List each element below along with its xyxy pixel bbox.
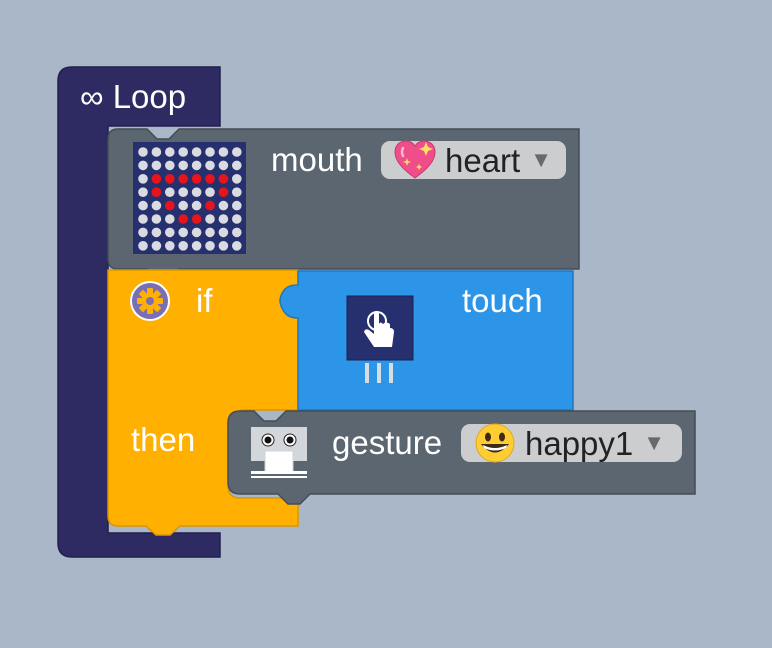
led-dot [191,187,202,197]
led-dot [178,187,188,197]
led-dot [138,160,148,171]
led-dot [138,241,148,251]
led-dot [232,214,242,224]
led-dot [218,241,229,251]
led-dot [218,160,229,171]
mouth-label: mouth [271,141,363,178]
led-dot [205,160,215,171]
led-dot [151,214,162,224]
dropdown-arrow-icon: ▼ [530,147,552,172]
led-dot [178,147,188,157]
led-dot [165,187,175,197]
led-dot [232,200,242,211]
led-dot [138,200,148,211]
led-dot [151,187,162,197]
led-dot [165,241,175,251]
led-dot [218,214,229,224]
then-label: then [131,421,196,458]
led-dot [178,227,188,238]
led-dot [151,227,162,238]
led-dot [191,214,202,224]
led-dot [232,174,242,184]
gesture-dropdown-value: happy1 [525,424,634,462]
led-dot [138,187,148,197]
led-dot [232,227,242,238]
led-dot [205,147,215,157]
led-dot [191,147,202,157]
led-dot [205,214,215,224]
led-dot [138,227,148,238]
led-dot [178,241,188,251]
led-dot [232,160,242,171]
mouth-expression-dropdown[interactable]: heart ▼ [381,140,566,179]
led-dot [151,147,162,157]
led-dot [165,200,175,211]
led-dot [138,174,148,184]
led-dot [138,147,148,157]
grinning-face-icon [475,423,515,463]
led-dot [191,174,202,184]
led-dot [232,241,242,251]
led-dot [232,147,242,157]
led-dot [191,227,202,238]
blockly-workspace[interactable]: ∞ Loop mouth if then touch gesture heart… [0,0,772,648]
gear-icon[interactable] [130,281,170,321]
led-matrix-heart-icon [133,142,246,254]
led-dot [205,174,215,184]
led-dot [205,241,215,251]
led-dot [218,200,229,211]
led-dot [165,214,175,224]
gesture-expression-dropdown[interactable]: happy1 ▼ [461,423,682,463]
touch-label: touch [462,282,543,319]
led-dot [218,187,229,197]
led-dot [205,227,215,238]
led-dot [178,160,188,171]
sparkling-heart-icon [394,140,436,179]
led-dot [218,174,229,184]
led-dot [191,200,202,211]
led-dot [191,241,202,251]
led-dot [178,174,188,184]
loop-label: ∞ Loop [80,78,187,115]
led-dot [178,214,188,224]
led-dot [165,227,175,238]
led-dot [205,187,215,197]
led-dot [151,174,162,184]
led-dot [165,174,175,184]
led-dot [138,214,148,224]
led-dot [151,200,162,211]
led-dot [178,200,188,211]
led-dot [218,227,229,238]
led-dot [151,241,162,251]
gesture-label: gesture [332,424,443,461]
mouth-dropdown-value: heart [445,141,521,179]
led-dot [232,187,242,197]
led-dot [165,160,175,171]
led-dot [151,160,162,171]
led-dot [165,147,175,157]
dropdown-arrow-icon: ▼ [643,430,666,455]
if-label: if [196,282,213,319]
led-dot [191,160,202,171]
led-dot [218,147,229,157]
led-dot [205,200,215,211]
